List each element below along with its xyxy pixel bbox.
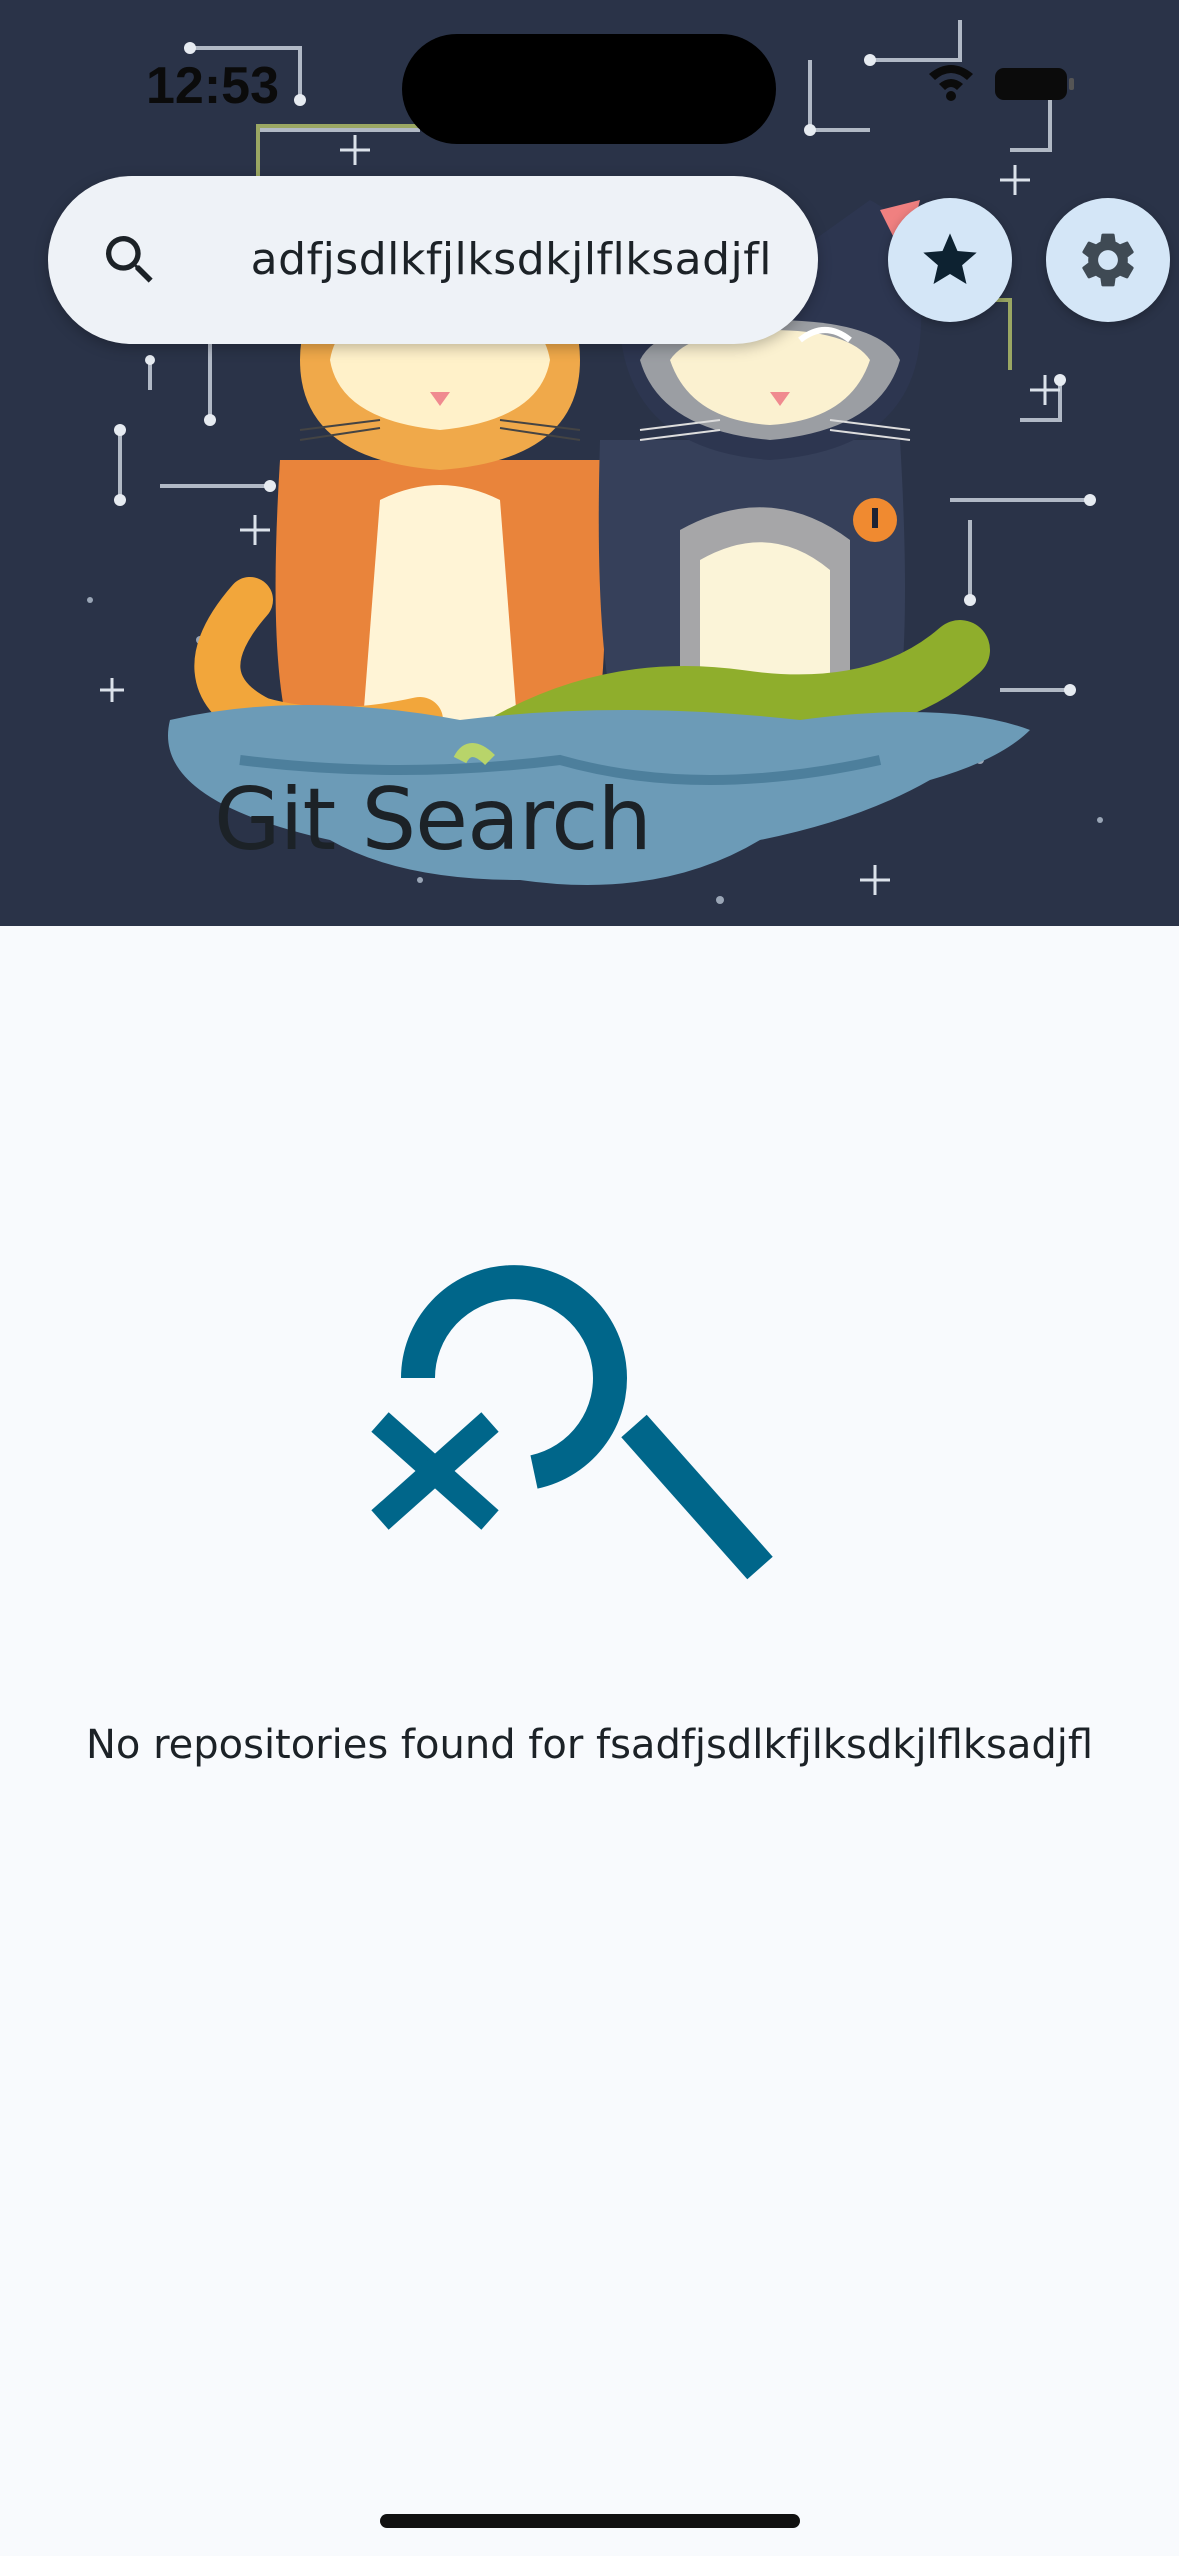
search-bar[interactable]: fsadfjsdlkfjlksdkjlflksadjfl <box>48 176 818 344</box>
star-icon <box>923 233 977 284</box>
gear-icon <box>1082 233 1134 287</box>
battery-icon <box>995 68 1074 100</box>
search-query: fsadfjsdlkfjlksdkjlflksadjfl <box>252 234 772 285</box>
page-title: Git Search <box>214 770 652 870</box>
search-input[interactable]: fsadfjsdlkfjlksdkjlflksadjfl <box>252 176 772 344</box>
favorites-button[interactable] <box>888 198 1012 322</box>
search-off-icon <box>371 1265 773 1580</box>
hero-banner: Git Search 12:53 <box>0 0 1179 926</box>
settings-button[interactable] <box>1046 198 1170 322</box>
status-time: 12:53 <box>146 57 279 115</box>
home-indicator[interactable] <box>380 2514 800 2528</box>
status-icons <box>919 60 1079 110</box>
empty-state-message: No repositories found for fsadfjsdlkfjlk… <box>85 1722 1094 1768</box>
search-icon <box>106 236 153 283</box>
wifi-icon <box>929 65 973 101</box>
dynamic-island <box>402 34 776 144</box>
